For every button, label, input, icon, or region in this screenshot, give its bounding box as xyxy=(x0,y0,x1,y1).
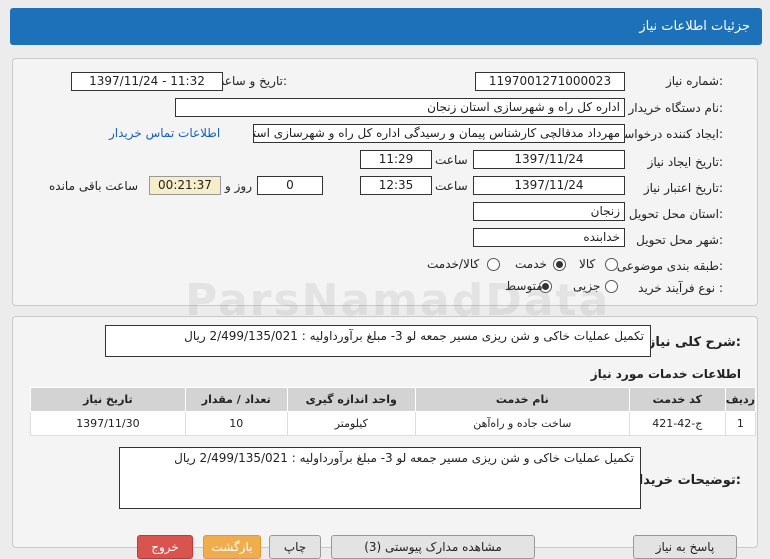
need-number-field: 1197001271000023 xyxy=(475,72,625,91)
city-field: خدابنده xyxy=(473,228,625,247)
day-and-label: روز و xyxy=(225,179,252,193)
need-details-panel: شماره نیاز: 1197001271000023 تاریخ و ساع… xyxy=(12,58,758,306)
col-need-date: تاریخ نیاز xyxy=(30,387,186,412)
services-table: ردیف کد خدمت نام خدمت واحد اندازه گیری ت… xyxy=(30,387,757,436)
cell-service-name: ساخت جاده و راه‌آهن xyxy=(414,411,630,436)
buyer-notes-label: توضیحات خریدار: xyxy=(631,473,741,488)
process-minor-label: جزیی xyxy=(573,279,601,293)
need-number-label: شماره نیاز: xyxy=(665,74,723,88)
validity-time-label: ساعت xyxy=(435,179,468,193)
remaining-time-field: 00:21:37 xyxy=(149,176,221,195)
view-documents-button[interactable]: مشاهده مدارک پیوستی (3) xyxy=(331,535,535,559)
category-goods-service-label: کالا/خدمت xyxy=(427,257,480,271)
validity-date-label: تاریخ اعتبار نیاز: xyxy=(643,181,723,195)
announce-datetime-field: 1397/11/24 - 11:32 xyxy=(71,72,223,91)
category-label: طبقه بندی موضوعی: xyxy=(616,259,723,273)
process-minor-radio[interactable] xyxy=(605,280,618,293)
col-service-name: نام خدمت xyxy=(414,387,630,412)
col-unit: واحد اندازه گیری xyxy=(286,387,416,412)
cell-service-code: ج-42-421 xyxy=(628,411,726,436)
cell-need-date: 1397/11/30 xyxy=(30,411,186,436)
requester-label: ایجاد کننده درخواست: xyxy=(612,127,723,141)
table-row: 1 ج-42-421 ساخت جاده و راه‌آهن کیلومتر 1… xyxy=(30,411,757,436)
created-time-field: 11:29 xyxy=(360,150,432,169)
buyer-org-label: نام دستگاه خریدار: xyxy=(628,101,724,115)
cell-quantity: 10 xyxy=(184,411,288,436)
province-field: زنجان xyxy=(473,202,625,221)
validity-date-field: 1397/11/24 xyxy=(473,176,625,195)
process-medium-label: متوسط xyxy=(505,279,543,293)
reply-button[interactable]: پاسخ به نیاز xyxy=(633,535,737,559)
col-row: ردیف xyxy=(724,387,757,412)
services-info-heading: اطلاعات خدمات مورد نیاز xyxy=(590,367,741,381)
summary-label: شرح کلی نیاز: xyxy=(647,335,741,350)
category-goods-service-radio[interactable] xyxy=(487,258,500,271)
days-field: 0 xyxy=(257,176,323,195)
category-service-label: خدمت xyxy=(515,257,547,271)
exit-button[interactable]: خروج xyxy=(137,535,193,559)
summary-box: تکمیل عملیات خاکی و شن ریزی مسیر جمعه لو… xyxy=(105,325,651,357)
buyer-org-field: اداره کل راه و شهرسازی استان زنجان xyxy=(175,98,625,117)
requester-field: مهرداد مدقالچی کارشناس پیمان و رسیدگی اد… xyxy=(253,124,625,143)
cell-unit: کیلومتر xyxy=(286,411,416,436)
remaining-label: ساعت باقی مانده xyxy=(49,179,139,193)
province-label: استان محل تحویل: xyxy=(628,207,723,221)
print-button[interactable]: چاپ xyxy=(269,535,321,559)
services-panel: شرح کلی نیاز: تکمیل عملیات خاکی و شن ریز… xyxy=(12,316,758,559)
cell-row: 1 xyxy=(724,411,757,436)
validity-time-field: 12:35 xyxy=(360,176,432,195)
buyer-notes-box: تکمیل عملیات خاکی و شن ریزی مسیر جمعه لو… xyxy=(119,447,641,509)
col-quantity: تعداد / مقدار xyxy=(184,387,288,412)
col-service-code: کد خدمت xyxy=(628,387,726,412)
category-goods-radio[interactable] xyxy=(605,258,618,271)
created-time-label: ساعت xyxy=(435,153,468,167)
category-service-radio[interactable] xyxy=(553,258,566,271)
page-title: جزئیات اطلاعات نیاز xyxy=(10,8,762,45)
back-button[interactable]: بازگشت xyxy=(203,535,261,559)
process-type-label: نوع فرآیند خرید : xyxy=(638,281,723,295)
category-goods-label: کالا xyxy=(579,257,596,271)
created-date-field: 1397/11/24 xyxy=(473,150,625,169)
created-date-label: تاریخ ایجاد نیاز: xyxy=(647,155,723,169)
city-label: شهر محل تحویل: xyxy=(636,233,723,247)
contact-info-link[interactable]: اطلاعات تماس خریدار xyxy=(109,126,220,140)
